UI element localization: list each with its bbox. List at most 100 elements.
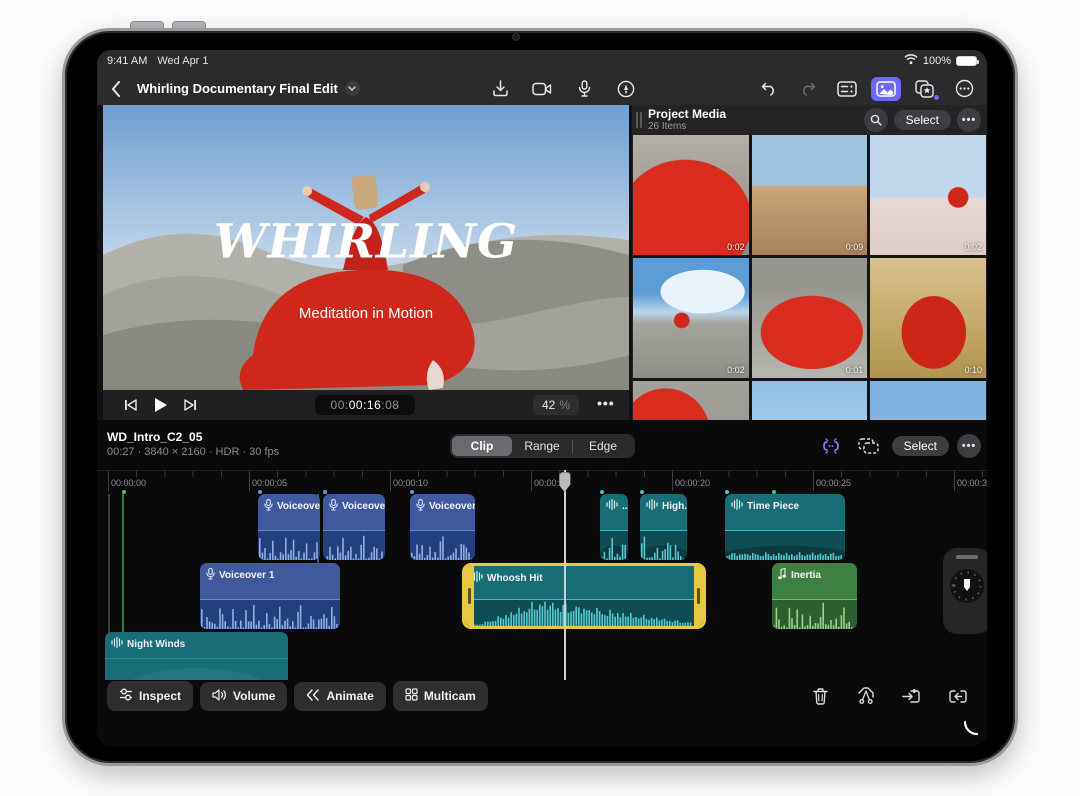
video-viewer[interactable]: WHIRLING Meditation in Motion [103, 105, 629, 390]
import-icon[interactable] [485, 77, 515, 101]
search-icon[interactable] [864, 108, 888, 132]
inspector-icon[interactable] [832, 77, 862, 101]
clip-waveform [323, 530, 385, 560]
transport-bar: 00:00:16:08 42% ••• [103, 390, 629, 420]
timeline-ruler[interactable]: 00:00:0000:00:0500:00:1000:00:1500:00:20… [97, 470, 987, 494]
status-bar: 9:41 AM Wed Apr 1 100% [97, 50, 987, 72]
project-menu-chevron-icon[interactable] [345, 81, 360, 96]
trim-handle-left[interactable] [465, 566, 474, 626]
hat-closeup-thumbnail[interactable] [752, 381, 868, 420]
dervish-spinning-thumbnail[interactable]: 0:01 [752, 258, 868, 378]
clip-label: High... [662, 501, 687, 512]
volume-button[interactable]: Volume [200, 682, 287, 711]
wave-icon [111, 637, 123, 651]
clouds-landscape-thumbnail[interactable] [870, 381, 986, 420]
timeline-clip-[interactable]: ... [600, 494, 628, 560]
ruler-label: 00:00:25 [816, 478, 851, 488]
snapping-icon[interactable] [816, 434, 846, 458]
clip-waveform [200, 599, 340, 629]
skip-back-icon[interactable] [115, 393, 145, 417]
edit-mode-edge[interactable]: Edge [573, 436, 633, 456]
timeline-clip-night-winds[interactable]: Night Winds [105, 632, 288, 680]
clip-waveform [258, 530, 320, 560]
timeline-clip-voiceover-3[interactable]: Voiceover 3 [410, 494, 475, 560]
effects-icon[interactable] [910, 77, 940, 101]
overwrite-connect-icon[interactable] [854, 434, 884, 458]
timecode-frames: :08 [381, 398, 399, 412]
clip-duration-badge: 0:10 [964, 365, 982, 375]
viewer-more-icon[interactable]: ••• [597, 395, 615, 411]
timeline-clip-voiceover-1[interactable]: Voiceover 1 [200, 563, 340, 629]
clip-connection-dot [640, 490, 644, 494]
button-label: Multicam [424, 689, 476, 703]
record-camera-icon[interactable] [527, 77, 557, 101]
jog-grab-bar[interactable] [956, 555, 978, 559]
clip-waveform [772, 599, 857, 629]
blade-cut-icon[interactable] [851, 684, 881, 708]
salt-flat-dancer-thumbnail[interactable]: 0:02 [870, 135, 986, 255]
viewer-zoom-control[interactable]: 42% [533, 395, 579, 415]
status-time: 9:41 AM [107, 55, 147, 67]
reeds-dancer-thumbnail[interactable]: 0:10 [870, 258, 986, 378]
more-options-icon[interactable] [949, 77, 979, 101]
microphone-icon[interactable] [569, 77, 599, 101]
undo-icon[interactable] [754, 77, 784, 101]
corner-swipe-indicator [963, 720, 979, 736]
badlands-walk-thumbnail[interactable] [633, 381, 749, 420]
animate-button[interactable]: Animate [294, 682, 385, 711]
timeline-more-icon[interactable]: ••• [957, 434, 981, 458]
wave-icon [606, 499, 618, 513]
clip-label: Inertia [791, 570, 821, 581]
playhead-line[interactable] [564, 470, 566, 680]
clip-waveform [410, 530, 475, 560]
clip-waveform [640, 530, 687, 560]
play-button[interactable] [145, 393, 175, 417]
timeline-clip-high[interactable]: High... [640, 494, 687, 560]
inspect-button[interactable]: Inspect [107, 681, 193, 711]
clip-connection-dot [600, 490, 604, 494]
jog-wheel[interactable] [943, 548, 987, 634]
edit-mode-clip[interactable]: Clip [452, 436, 512, 456]
multicam-button[interactable]: Multicam [393, 681, 488, 711]
battery-percent: 100% [923, 55, 951, 67]
timecode-display[interactable]: 00:00:16:08 [315, 395, 415, 415]
clip-duration-badge: 0:09 [846, 242, 864, 252]
timeline-clip-inertia[interactable]: Inertia [772, 563, 857, 629]
append-edit-icon[interactable] [943, 684, 973, 708]
timeline-clip-voiceover-2[interactable]: Voiceover 2 [323, 494, 385, 560]
clip-waveform [600, 530, 628, 560]
zoom-value: 42 [542, 398, 555, 412]
dervish-red-closeup-thumbnail[interactable]: 0:02 [633, 135, 749, 255]
pencil-tool-icon[interactable] [611, 77, 641, 101]
multicam-icon [405, 688, 418, 704]
clip-label: Voiceover 2 [277, 501, 320, 512]
insert-edit-icon[interactable] [897, 684, 927, 708]
clip-connection-dot [258, 490, 262, 494]
edit-mode-range[interactable]: Range [512, 436, 572, 456]
rock-formations-thumbnail[interactable]: 0:09 [752, 135, 868, 255]
ruler-major-tick [108, 471, 109, 491]
back-button[interactable] [101, 77, 131, 101]
trim-handle-right[interactable] [694, 566, 703, 626]
skip-forward-icon[interactable] [175, 393, 205, 417]
wifi-icon [904, 54, 918, 68]
clip-label: Voiceover 3 [429, 501, 475, 512]
timeline-clip-whoosh-hit[interactable]: Whoosh Hit [462, 563, 706, 629]
ruler-ticks [108, 471, 987, 477]
timeline-clip-time-piece[interactable]: Time Piece [725, 494, 845, 560]
clip-duration-badge: 0:02 [727, 365, 745, 375]
media-panel-count: 26 Items [648, 121, 726, 132]
timeline-clip-voiceover-2[interactable]: Voiceover 2 [258, 494, 320, 560]
media-select-button[interactable]: Select [894, 110, 951, 130]
media-panel-title: Project Media [648, 108, 726, 121]
panel-resize-grip[interactable] [636, 112, 638, 128]
clip-label: Whoosh Hit [487, 573, 543, 584]
jog-dial[interactable] [947, 566, 987, 606]
panel-resize-grip[interactable] [640, 112, 642, 128]
badlands-sky-dancer-thumbnail[interactable]: 0:02 [633, 258, 749, 378]
timeline-select-button[interactable]: Select [892, 436, 949, 456]
media-more-icon[interactable]: ••• [957, 108, 981, 132]
delete-clip-icon[interactable] [805, 684, 835, 708]
clip-label: ... [622, 501, 628, 512]
media-browser-icon[interactable] [871, 77, 901, 101]
